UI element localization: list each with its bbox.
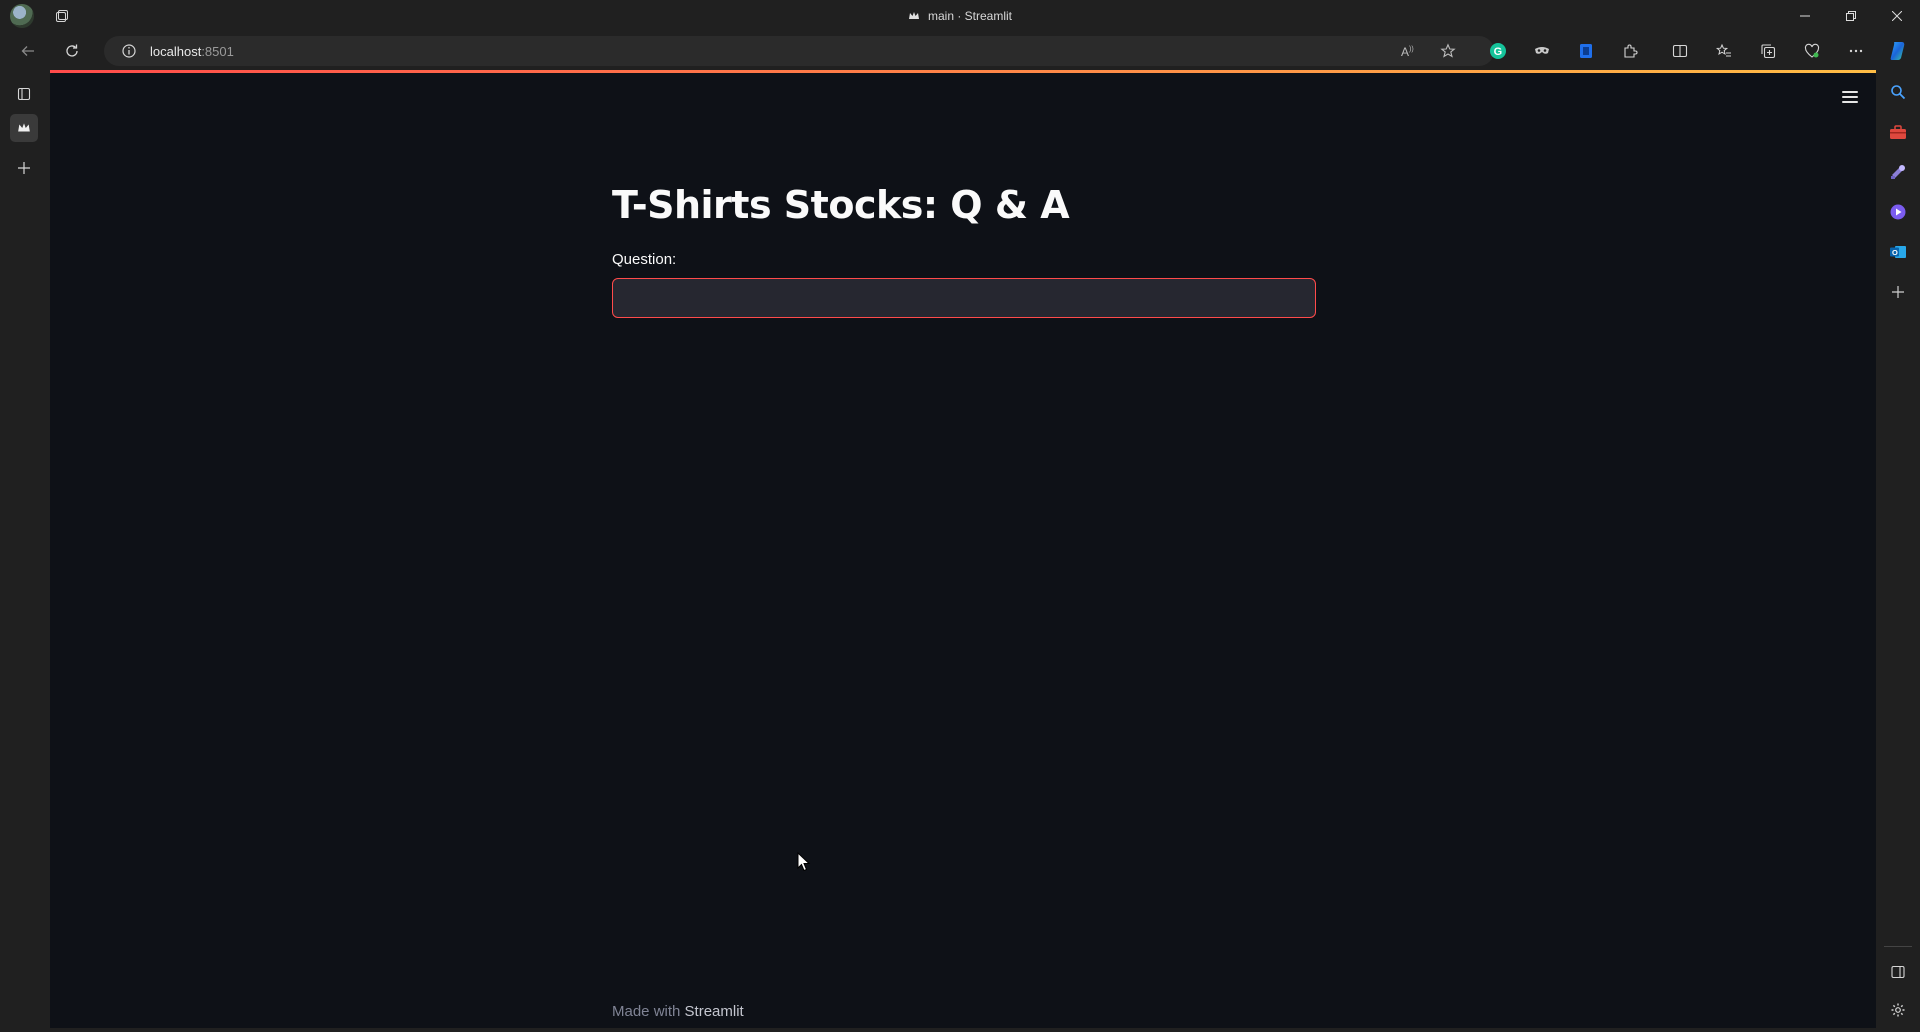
extension-shield-icon[interactable] — [1572, 37, 1600, 65]
restore-button[interactable] — [1828, 0, 1874, 32]
title-bar: main · Streamlit — [0, 0, 1920, 32]
footer-streamlit-link[interactable]: Streamlit — [685, 1003, 744, 1020]
site-info-icon[interactable] — [114, 36, 144, 66]
outlook-icon[interactable]: O — [1884, 238, 1912, 266]
svg-text:A: A — [1401, 45, 1409, 59]
workspaces-icon[interactable] — [52, 6, 72, 26]
collections-icon[interactable] — [1754, 37, 1782, 65]
address-bar[interactable]: localhost:8501 A)) — [104, 36, 1494, 66]
browser-essentials-icon[interactable] — [1798, 37, 1826, 65]
question-label: Question: — [612, 251, 677, 268]
window-title-text: main · Streamlit — [927, 9, 1013, 23]
close-button[interactable] — [1874, 0, 1920, 32]
window-controls — [1782, 0, 1920, 32]
svg-text:G: G — [1494, 46, 1503, 58]
games-icon[interactable] — [1884, 158, 1912, 186]
split-screen-icon[interactable] — [1666, 37, 1694, 65]
back-icon[interactable] — [14, 37, 42, 65]
sidebar-divider — [1884, 946, 1912, 947]
main-content: T-Shirts Stocks: Q & A Question: — [612, 183, 1316, 318]
sidebar-toggle-icon[interactable] — [1884, 958, 1912, 986]
browser-toolbar: localhost:8501 A)) G — [0, 32, 1920, 70]
tools-icon[interactable] — [1884, 118, 1912, 146]
profile-avatar[interactable] — [10, 4, 34, 28]
copilot-icon[interactable] — [1884, 37, 1912, 65]
question-input[interactable] — [612, 278, 1316, 318]
favorites-icon[interactable] — [1710, 37, 1738, 65]
window-title: main · Streamlit — [0, 0, 1920, 32]
page-viewport: T-Shirts Stocks: Q & A Question: Made wi… — [50, 70, 1876, 1028]
streamlit-tab-icon[interactable] — [10, 114, 38, 142]
read-aloud-icon[interactable]: A)) — [1394, 37, 1422, 65]
mouse-cursor-icon — [797, 852, 811, 872]
page-title: T-Shirts Stocks: Q & A — [612, 183, 1070, 227]
tab-actions-icon[interactable] — [10, 80, 38, 108]
settings-icon[interactable] — [1884, 996, 1912, 1024]
extensions-icon[interactable] — [1616, 37, 1644, 65]
new-tab-icon[interactable] — [10, 154, 38, 182]
refresh-icon[interactable] — [58, 37, 86, 65]
search-icon[interactable] — [1884, 78, 1912, 106]
svg-text:)): )) — [1409, 46, 1414, 53]
streamlit-crown-icon — [908, 11, 920, 21]
address-port: :8501 — [201, 43, 234, 59]
vertical-tab-strip — [0, 70, 48, 1032]
favorite-star-icon[interactable] — [1434, 37, 1462, 65]
address-host: localhost — [150, 43, 202, 59]
hamburger-menu-icon[interactable] — [1838, 85, 1862, 109]
footer-prefix: Made with — [612, 1003, 681, 1020]
address-url[interactable]: localhost:8501 — [150, 44, 234, 59]
grammarly-icon[interactable]: G — [1484, 37, 1512, 65]
copilot-app-icon[interactable] — [1884, 198, 1912, 226]
svg-text:O: O — [1892, 248, 1898, 257]
footer: Made with Streamlit — [612, 1003, 744, 1020]
browser-sidebar: O — [1876, 70, 1920, 1032]
more-icon[interactable] — [1842, 37, 1870, 65]
extension-mask-icon[interactable] — [1528, 37, 1556, 65]
add-icon[interactable] — [1884, 278, 1912, 306]
minimize-button[interactable] — [1782, 0, 1828, 32]
